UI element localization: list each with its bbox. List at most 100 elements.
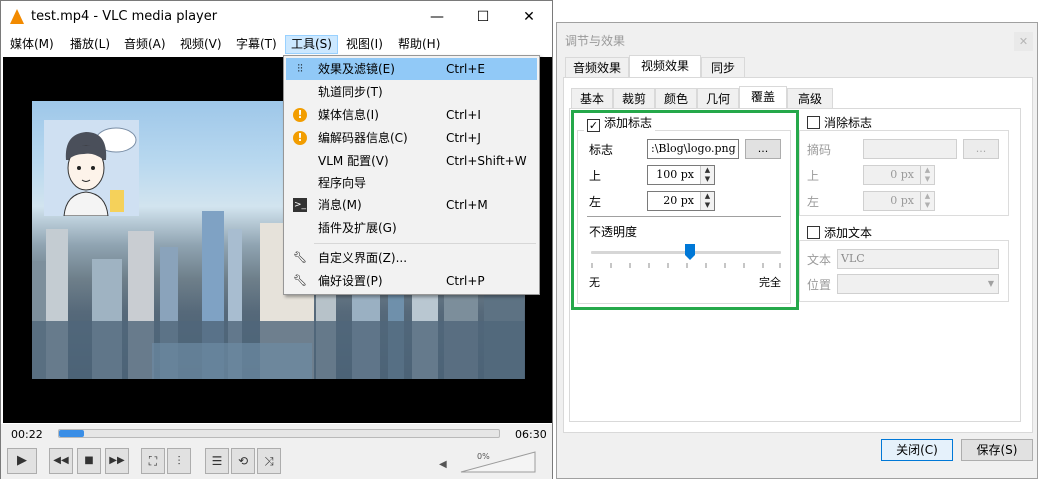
vlc-titlebar: test.mp4 - VLC media player — ☐ ✕ [1,1,552,33]
stop-icon[interactable]: ■ [77,448,101,474]
menu-media[interactable]: 媒体(M) [5,35,59,54]
save-button[interactable]: 保存(S) [961,439,1033,461]
menu-item-label: 媒体信息(I) [318,108,379,122]
spin-arrows-icon: ▲ ▼ [920,192,934,210]
menu-item-label: 消息(M) [318,198,362,212]
mask-label: 摘码 [807,143,832,157]
menu-view[interactable]: 视图(I) [341,35,388,54]
add-text-label: 添加文本 [824,226,873,240]
menu-item-shortcut: Ctrl+E [446,62,485,76]
menu-item-label: 编解码器信息(C) [318,131,408,145]
menu-item-messages[interactable]: >_ 消息(M) Ctrl+M [286,194,537,216]
menu-bar: 媒体(M) 播放(L) 音频(A) 视频(V) 字幕(T) 工具(S) 视图(I… [1,33,552,56]
mask-left-spinbox: 0 px ▲ ▼ [863,191,935,211]
menu-item-preferences[interactable]: 🔧︎ 偏好设置(P) Ctrl+P [286,270,537,292]
menu-item-label: 插件及扩展(G) [318,221,397,235]
seek-progress-fill [59,430,84,437]
shuffle-icon[interactable]: ⤨ [257,448,281,474]
menu-item-plugins[interactable]: 插件及扩展(G) [286,217,537,239]
mask-browse-button: ... [963,139,999,159]
menu-item-shortcut: Ctrl+J [446,131,481,145]
remove-logo-title[interactable]: 消除标志 [804,116,876,130]
menu-item-codec-info[interactable]: ! 编解码器信息(C) Ctrl+J [286,127,537,149]
mask-path-field [863,139,957,159]
chevron-down-icon: ▼ [987,279,994,288]
menu-video[interactable]: 视频(V) [175,35,227,54]
dialog-close-icon[interactable]: ✕ [1014,32,1033,51]
menu-item-customize-ui[interactable]: 🔧︎ 自定义界面(Z)... [286,247,537,269]
menu-item-vlm-config[interactable]: VLM 配置(V) Ctrl+Shift+W [286,150,537,172]
volume-percent: 0% [477,452,490,461]
logo-overlay-image [44,120,139,217]
menu-help[interactable]: 帮助(H) [393,35,445,54]
subtab-crop[interactable]: 裁剪 [613,88,655,109]
subtab-overlay[interactable]: 覆盖 [739,86,787,109]
remove-logo-checkbox[interactable] [807,116,820,129]
volume-icon[interactable]: ◀ [439,459,447,470]
menu-tools[interactable]: 工具(S) [285,35,338,54]
subtab-geometry[interactable]: 几何 [697,88,739,109]
menu-item-label: 偏好设置(P) [318,274,383,288]
remove-logo-label: 消除标志 [824,116,873,130]
menu-item-label: VLM 配置(V) [318,154,389,168]
close-button[interactable]: 关闭(C) [881,439,953,461]
menu-audio[interactable]: 音频(A) [119,35,171,54]
info-icon: ! [293,131,307,145]
mask-top-label: 上 [807,169,820,183]
menu-subtitle[interactable]: 字幕(T) [231,35,282,54]
position-label: 位置 [807,278,832,292]
menu-item-shortcut: Ctrl+Shift+W [446,154,527,168]
menu-item-program-wizard[interactable]: 程序向导 [286,172,537,194]
subtab-basic[interactable]: 基本 [571,88,613,109]
menu-item-label: 轨道同步(T) [318,85,383,99]
menu-item-shortcut: Ctrl+M [446,198,488,212]
menu-separator [314,243,536,244]
spin-arrows-icon: ▲ ▼ [920,166,934,184]
sliders-icon: ⫶⫶ [297,62,303,75]
terminal-icon: >_ [293,198,307,212]
add-text-title[interactable]: 添加文本 [804,226,876,240]
overlay-text-field: VLC [837,249,999,269]
menu-playback[interactable]: 播放(L) [65,35,115,54]
volume-slider[interactable] [459,450,537,474]
vlc-cone-icon [10,9,24,24]
adjustments-dialog: 调节与效果 ✕ 音频效果 视频效果 同步 基本 裁剪 颜色 几何 覆盖 高级 ✓… [556,22,1038,479]
window-title: test.mp4 - VLC media player [31,9,218,24]
prev-icon[interactable]: ◀◀ [49,448,73,474]
menu-item-media-info[interactable]: ! 媒体信息(I) Ctrl+I [286,104,537,126]
seek-row: 00:22 06:30 [1,424,552,444]
mask-top-spinbox: 0 px ▲ ▼ [863,165,935,185]
playlist-icon[interactable]: ☰ [205,448,229,474]
menu-item-shortcut: Ctrl+P [446,274,485,288]
menu-item-effects-filters[interactable]: ⫶⫶ 效果及滤镜(E) Ctrl+E [286,58,537,80]
text-label: 文本 [807,253,832,267]
loop-icon[interactable]: ⟲ [231,448,255,474]
mask-left-value: 0 px [890,194,914,207]
tab-sync[interactable]: 同步 [701,57,745,78]
minimize-icon[interactable]: — [414,1,460,33]
next-icon[interactable]: ▶▶ [105,448,129,474]
maximize-icon[interactable]: ☐ [460,1,506,33]
menu-item-track-sync[interactable]: 轨道同步(T) [286,81,537,103]
info-icon: ! [293,108,307,122]
subtab-color[interactable]: 颜色 [655,88,697,109]
tools-menu-dropdown: ⫶⫶ 效果及滤镜(E) Ctrl+E 轨道同步(T) ! 媒体信息(I) Ctr… [283,55,540,295]
wrench-icon: 🔧︎ [293,251,307,264]
menu-item-shortcut: Ctrl+I [446,108,481,122]
wrench-icon: 🔧︎ [293,274,307,287]
tab-audio-effects[interactable]: 音频效果 [565,57,629,78]
add-text-checkbox[interactable] [807,226,820,239]
fullscreen-icon[interactable]: ⛶ [141,448,165,474]
seek-slider[interactable] [58,429,500,438]
close-icon[interactable]: ✕ [506,1,552,33]
play-icon[interactable]: ▶ [7,448,37,474]
subtab-advanced[interactable]: 高级 [787,88,833,109]
highlight-box [571,110,799,310]
extended-settings-icon[interactable]: ⫶ [167,448,191,474]
mask-left-label: 左 [807,195,820,209]
mask-top-value: 0 px [890,168,914,181]
dialog-title: 调节与效果 [565,34,626,48]
tab-video-effects[interactable]: 视频效果 [629,55,701,78]
total-time: 06:30 [515,428,547,441]
menu-item-label: 自定义界面(Z)... [318,251,408,265]
